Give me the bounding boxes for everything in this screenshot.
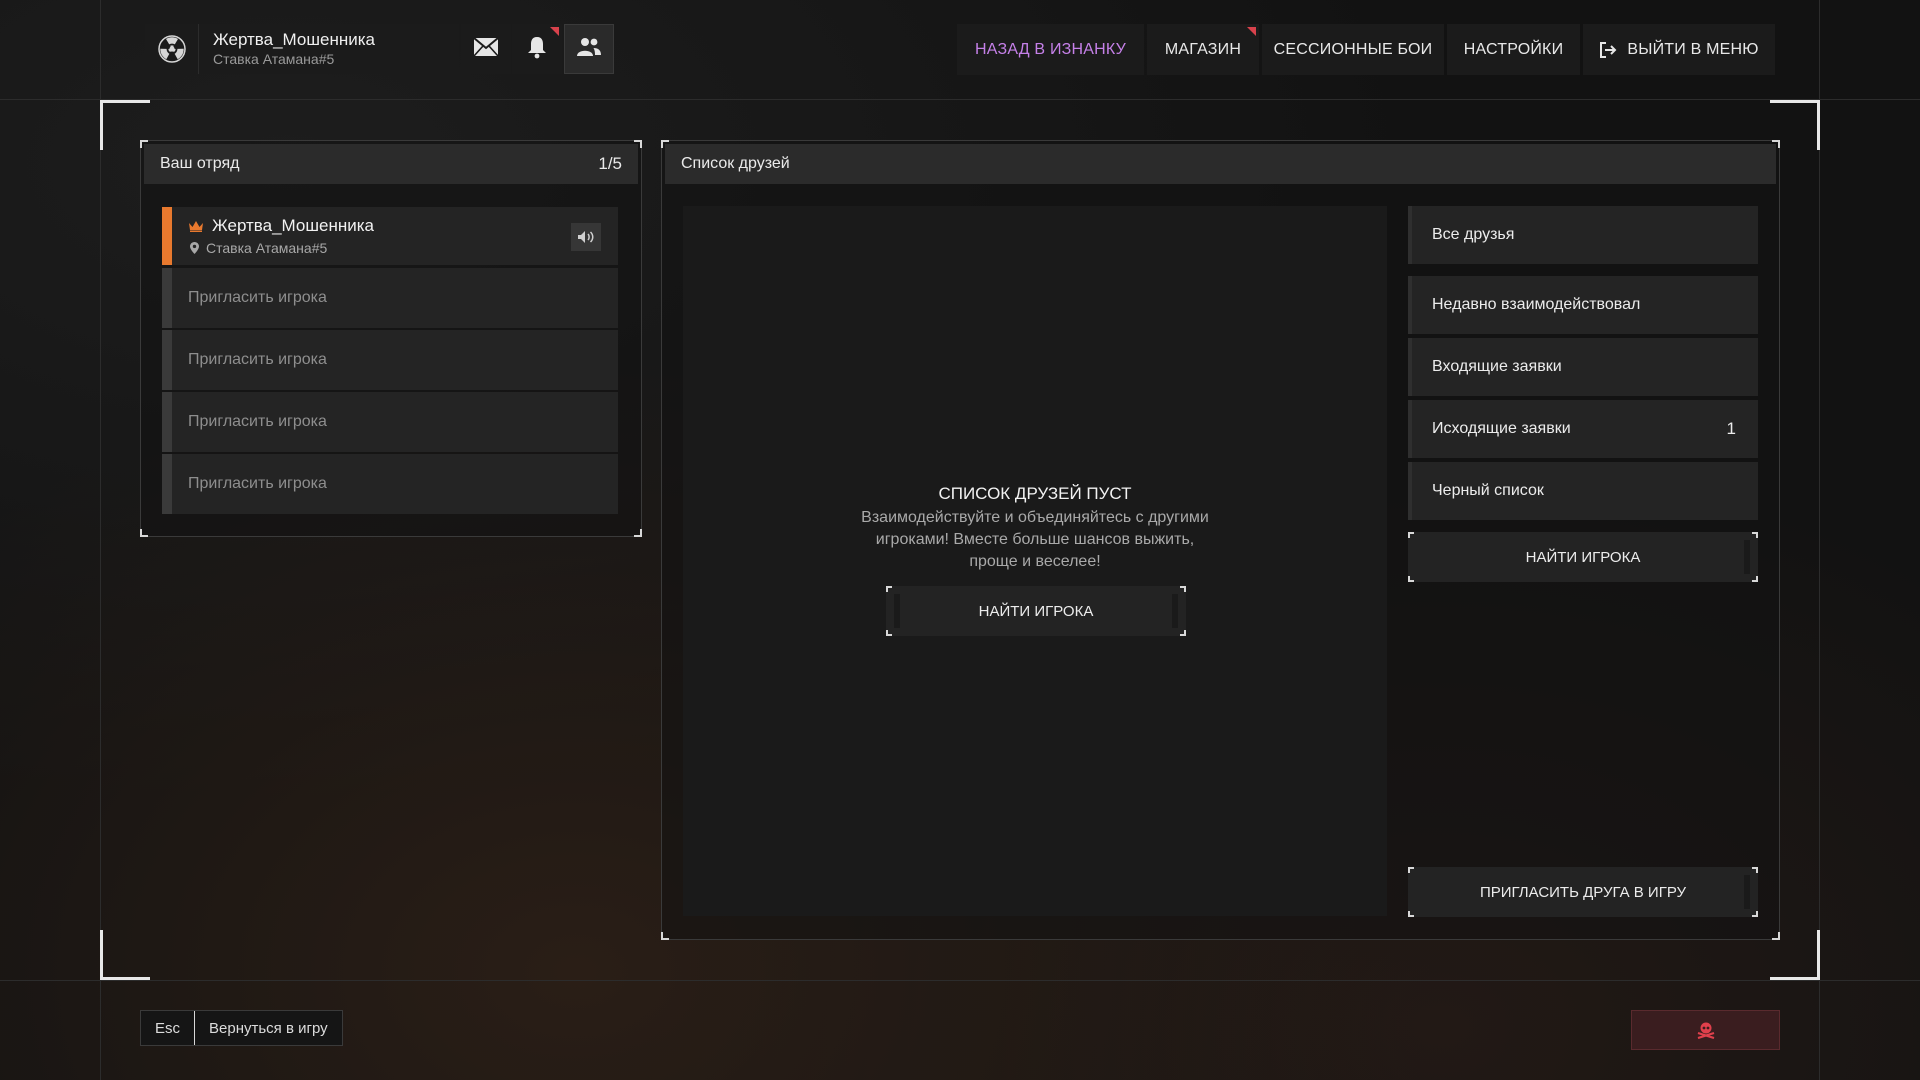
slot-bar <box>162 268 172 328</box>
crown-icon <box>188 220 204 232</box>
back-to-game-label: Вернуться в игру <box>209 1019 328 1037</box>
friends-title: Список друзей <box>681 155 790 172</box>
panel-corner <box>661 932 669 940</box>
notification-badge <box>550 27 559 36</box>
leader-accent-bar <box>162 207 172 265</box>
filter-all-friends[interactable]: Все друзья <box>1408 206 1758 264</box>
report-danger-button[interactable] <box>1631 1010 1780 1050</box>
voice-toggle-button[interactable] <box>571 223 601 251</box>
panel-corner <box>140 529 148 537</box>
back-to-game-button[interactable]: Esc Вернуться в игру <box>140 1010 343 1046</box>
panel-corner <box>1772 932 1780 940</box>
squad-leader-row[interactable]: Жертва_Мошенника Ставка Атамана#5 <box>162 207 618 265</box>
button-corner <box>1752 576 1758 582</box>
nav-shop-label: МАГАЗИН <box>1164 40 1242 58</box>
friends-button[interactable] <box>564 24 614 74</box>
friends-header: Список друзей <box>665 144 1776 184</box>
exit-icon <box>1599 41 1617 59</box>
mail-button[interactable] <box>461 24 511 74</box>
filter-label: Все друзья <box>1432 226 1515 243</box>
empty-title: СПИСОК ДРУЗЕЙ ПУСТ <box>938 484 1132 503</box>
filter-label: Недавно взаимодействовал <box>1432 296 1641 313</box>
filter-incoming[interactable]: Входящие заявки <box>1408 338 1758 396</box>
slot-bar <box>162 392 172 452</box>
nav-settings[interactable]: НАСТРОЙКИ <box>1447 24 1580 75</box>
nav-exit-label: ВЫЙТИ В МЕНЮ <box>1627 40 1759 58</box>
filter-outgoing[interactable]: Исходящие заявки 1 <box>1408 400 1758 458</box>
esc-key: Esc <box>141 1011 196 1045</box>
radiation-icon <box>145 24 199 74</box>
location-pin-icon <box>190 242 199 254</box>
button-edge <box>1744 540 1750 574</box>
filter-blacklist[interactable]: Черный список <box>1408 462 1758 520</box>
button-corner <box>886 630 892 636</box>
button-corner <box>886 586 892 592</box>
invite-slot[interactable]: Пригласить игрока <box>162 392 618 452</box>
squad-count: 1/5 <box>598 154 622 173</box>
filter-recent[interactable]: Недавно взаимодействовал <box>1408 276 1758 334</box>
find-player-label: НАЙТИ ИГРОКА <box>978 602 1094 620</box>
slot-bar <box>162 330 172 390</box>
slot-bar <box>162 454 172 514</box>
filter-label: Черный список <box>1432 482 1544 499</box>
side-find-player-label: НАЙТИ ИГРОКА <box>1525 548 1641 566</box>
nav-exit-to-menu[interactable]: ВЫЙТИ В МЕНЮ <box>1583 24 1775 75</box>
invite-slot[interactable]: Пригласить игрока <box>162 268 618 328</box>
nav-session-battles[interactable]: СЕССИОННЫЕ БОИ <box>1262 24 1444 75</box>
frame-corner <box>100 930 150 980</box>
outgoing-count: 1 <box>1726 419 1736 438</box>
invite-slot-label: Пригласить игрока <box>188 475 327 492</box>
side-find-player-button[interactable]: НАЙТИ ИГРОКА <box>1408 532 1758 582</box>
filter-label: Исходящие заявки <box>1432 420 1571 437</box>
panel-corner <box>634 529 642 537</box>
top-divider <box>0 99 1920 100</box>
invite-slot-label: Пригласить игрока <box>188 413 327 430</box>
squad-panel: Ваш отряд 1/5 Жертва_Мошенника Ставка Ат… <box>140 140 642 537</box>
speaker-icon <box>577 230 595 244</box>
skull-icon <box>1696 1021 1716 1039</box>
bottom-divider <box>0 980 1920 981</box>
nav-back-to-izananka[interactable]: НАЗАД В ИЗНАНКУ <box>957 24 1144 75</box>
mail-icon <box>473 36 499 62</box>
leader-name: Жертва_Мошенника <box>212 216 374 235</box>
empty-line-1: Взаимодействуйте и объединяйтесь с други… <box>861 509 1209 526</box>
empty-line-2: игроками! Вместе больше шансов выжить, <box>875 531 1195 548</box>
squad-title: Ваш отряд <box>160 155 240 172</box>
left-divider <box>100 0 101 1080</box>
button-corner <box>1408 532 1414 538</box>
empty-line-3: проще и веселее! <box>969 553 1101 570</box>
notifications-button[interactable] <box>512 24 562 74</box>
profile-tag: Ставка Атамана#5 <box>213 51 335 67</box>
nav-shop[interactable]: МАГАЗИН <box>1147 24 1259 75</box>
button-edge <box>1172 594 1178 628</box>
button-edge <box>1744 875 1750 909</box>
button-corner <box>1752 532 1758 538</box>
squad-header: Ваш отряд 1/5 <box>144 144 638 184</box>
invite-slot-label: Пригласить игрока <box>188 289 327 306</box>
invite-friend-button[interactable]: ПРИГЛАСИТЬ ДРУГА В ИГРУ <box>1408 867 1758 917</box>
invite-slot[interactable]: Пригласить игрока <box>162 330 618 390</box>
button-corner <box>1180 586 1186 592</box>
profile-card[interactable]: Жертва_Мошенника Ставка Атамана#5 <box>145 24 459 74</box>
leader-location: Ставка Атамана#5 <box>206 240 328 256</box>
button-corner <box>1180 630 1186 636</box>
invite-slot-label: Пригласить игрока <box>188 351 327 368</box>
button-corner <box>1408 867 1414 873</box>
profile-name: Жертва_Мошенника <box>213 30 375 49</box>
button-corner <box>1408 911 1414 917</box>
button-edge <box>894 594 900 628</box>
filter-label: Входящие заявки <box>1432 358 1562 375</box>
invite-friend-label: ПРИГЛАСИТЬ ДРУГА В ИГРУ <box>1479 883 1687 901</box>
shop-alert-badge <box>1247 27 1256 36</box>
button-corner <box>1752 867 1758 873</box>
button-corner <box>1752 911 1758 917</box>
right-divider <box>1819 0 1820 1080</box>
button-corner <box>1408 576 1414 582</box>
friends-icon <box>576 37 602 62</box>
invite-slot[interactable]: Пригласить игрока <box>162 454 618 514</box>
bell-icon <box>526 35 548 64</box>
find-player-button[interactable]: НАЙТИ ИГРОКА <box>886 586 1186 636</box>
